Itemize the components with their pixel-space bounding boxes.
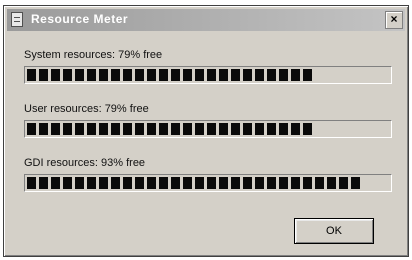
gdi-resources-label: GDI resources: 93% free — [24, 157, 146, 169]
user-resources-bar-fill — [27, 123, 315, 135]
gdi-resources-bar-fill — [27, 177, 363, 189]
user-resources-bar — [24, 120, 392, 138]
user-resources-label: User resources: 79% free — [24, 103, 149, 115]
gdi-resources-group: GDI resources: 93% free — [24, 156, 392, 192]
gdi-resources-bar — [24, 174, 392, 192]
system-resources-bar-fill — [27, 69, 315, 81]
title-bar[interactable]: Resource Meter × — [7, 9, 405, 31]
system-resources-group: System resources: 79% free — [24, 48, 392, 84]
app-icon — [11, 12, 23, 27]
close-button[interactable]: × — [385, 11, 403, 29]
system-resources-bar — [24, 66, 392, 84]
ok-button[interactable]: OK — [294, 218, 374, 244]
system-resources-label: System resources: 79% free — [24, 49, 163, 61]
window-title: Resource Meter — [31, 12, 129, 26]
user-resources-group: User resources: 79% free — [24, 102, 392, 138]
resource-meter-window: Resource Meter × System resources: 79% f… — [3, 5, 409, 257]
